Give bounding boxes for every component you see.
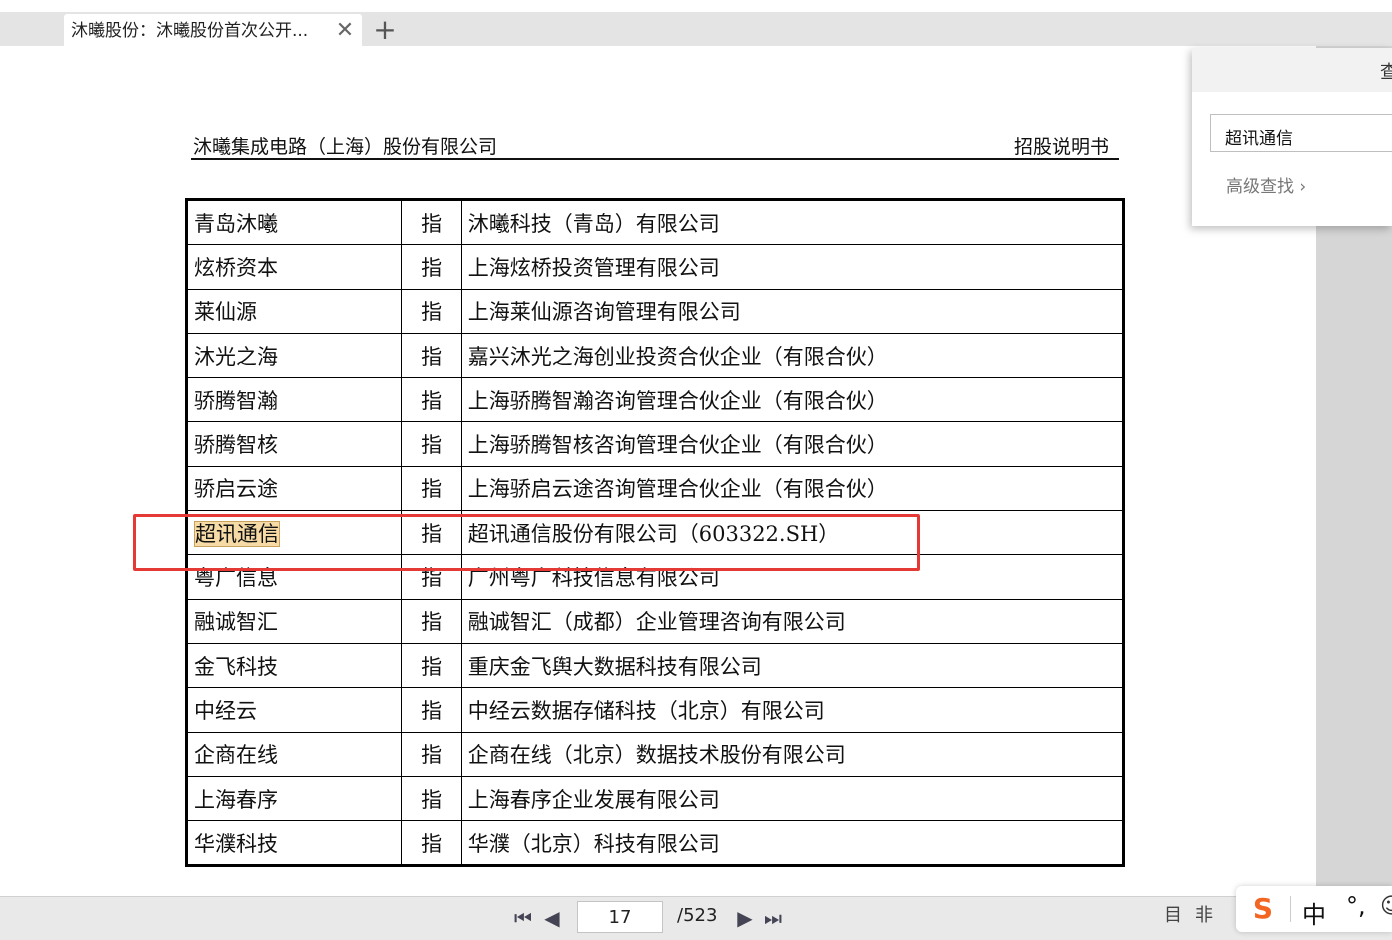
term-cell: 华濮科技 bbox=[185, 820, 403, 867]
ime-punctuation-mode[interactable]: °, bbox=[1346, 892, 1366, 920]
definition-cell: 中经云数据存储科技（北京）有限公司 bbox=[460, 687, 1125, 733]
ime-toolbar[interactable]: S 中 °, ☺ bbox=[1236, 886, 1392, 932]
tab-title: 沐曦股份：沐曦股份首次公开... bbox=[71, 21, 309, 41]
definition-cell: 上海春序企业发展有限公司 bbox=[460, 775, 1125, 822]
term-cell: 超讯通信 bbox=[185, 510, 403, 556]
first-page-icon[interactable]: ⏮ bbox=[512, 907, 534, 929]
advanced-find-link[interactable]: 高级查找 › bbox=[1226, 172, 1306, 197]
term-cell: 粤广信息 bbox=[185, 554, 403, 600]
page-header-company: 沐曦集成电路（上海）股份有限公司 bbox=[193, 136, 498, 158]
definition-cell: 上海莱仙源咨询管理有限公司 bbox=[460, 288, 1125, 334]
next-page-icon[interactable]: ▶ bbox=[734, 907, 756, 929]
term-cell: 企商在线 bbox=[185, 731, 403, 777]
page-total: /523 bbox=[677, 905, 718, 926]
definition-cell: 上海炫桥投资管理有限公司 bbox=[460, 244, 1125, 290]
page-number-input[interactable] bbox=[577, 901, 663, 933]
search-match-highlight: 超讯通信 bbox=[194, 520, 280, 547]
ime-language-mode[interactable]: 中 bbox=[1302, 895, 1326, 930]
table-row: 金飞科技指重庆金飞舆大数据科技有限公司 bbox=[185, 642, 1125, 689]
find-search-input[interactable] bbox=[1210, 114, 1392, 152]
ref-cell: 指 bbox=[401, 332, 462, 379]
definition-cell: 沐曦科技（青岛）有限公司 bbox=[460, 198, 1125, 246]
table-row: 华濮科技指华濮（北京）科技有限公司 bbox=[185, 820, 1125, 867]
ref-cell: 指 bbox=[401, 775, 462, 822]
ref-cell: 指 bbox=[401, 731, 462, 777]
definition-cell: 融诚智汇（成都）企业管理咨询有限公司 bbox=[460, 598, 1125, 644]
definition-cell: 广州粤广科技信息有限公司 bbox=[460, 554, 1125, 600]
table-row: 莱仙源指上海莱仙源咨询管理有限公司 bbox=[185, 288, 1125, 334]
definition-cell: 上海骄腾智核咨询管理合伙企业（有限合伙） bbox=[460, 421, 1125, 467]
term-cell: 金飞科技 bbox=[185, 642, 403, 689]
ref-cell: 指 bbox=[401, 377, 462, 423]
term-cell: 上海春序 bbox=[185, 775, 403, 822]
ref-cell: 指 bbox=[401, 198, 462, 246]
definition-cell: 上海骄启云途咨询管理合伙企业（有限合伙） bbox=[460, 465, 1125, 512]
term-cell: 青岛沐曦 bbox=[185, 198, 403, 246]
find-panel: 查 高级查找 › bbox=[1192, 48, 1392, 226]
page-header-rule bbox=[191, 158, 1119, 160]
table-row: 企商在线指企商在线（北京）数据技术股份有限公司 bbox=[185, 731, 1125, 777]
definition-cell: 重庆金飞舆大数据科技有限公司 bbox=[460, 642, 1125, 689]
previous-page-icon[interactable]: ◀ bbox=[541, 907, 563, 929]
close-tab-icon[interactable]: ✕ bbox=[334, 20, 356, 42]
definition-cell: 企商在线（北京）数据技术股份有限公司 bbox=[460, 731, 1125, 777]
ref-cell: 指 bbox=[401, 598, 462, 644]
term-cell: 骄腾智瀚 bbox=[185, 377, 403, 423]
term-cell: 骄腾智核 bbox=[185, 421, 403, 467]
table-row: 炫桥资本指上海炫桥投资管理有限公司 bbox=[185, 244, 1125, 290]
page-header-doc-type: 招股说明书 bbox=[1014, 136, 1110, 158]
find-panel-header: 查 bbox=[1192, 48, 1392, 92]
ref-cell: 指 bbox=[401, 820, 462, 867]
ref-cell: 指 bbox=[401, 687, 462, 733]
term-cell: 炫桥资本 bbox=[185, 244, 403, 290]
ref-cell: 指 bbox=[401, 288, 462, 334]
new-tab-icon[interactable]: + bbox=[372, 16, 398, 44]
definition-cell: 华濮（北京）科技有限公司 bbox=[460, 820, 1125, 867]
term-cell: 融诚智汇 bbox=[185, 598, 403, 644]
definition-cell: 超讯通信股份有限公司（603322.SH） bbox=[460, 510, 1125, 556]
table-row: 骄腾智核指上海骄腾智核咨询管理合伙企业（有限合伙） bbox=[185, 421, 1125, 467]
title-strip bbox=[0, 0, 1392, 12]
table-row: 骄启云途指上海骄启云途咨询管理合伙企业（有限合伙） bbox=[185, 465, 1125, 512]
last-page-icon[interactable]: ⏭ bbox=[762, 907, 784, 929]
table-row: 上海春序指上海春序企业发展有限公司 bbox=[185, 775, 1125, 822]
table-row: 粤广信息指广州粤广科技信息有限公司 bbox=[185, 554, 1125, 600]
table-row: 沐光之海指嘉兴沐光之海创业投资合伙企业（有限合伙） bbox=[185, 332, 1125, 379]
ref-cell: 指 bbox=[401, 554, 462, 600]
ref-cell: 指 bbox=[401, 465, 462, 512]
ref-cell: 指 bbox=[401, 421, 462, 467]
definition-cell: 嘉兴沐光之海创业投资合伙企业（有限合伙） bbox=[460, 332, 1125, 379]
ref-cell: 指 bbox=[401, 642, 462, 689]
ref-cell: 指 bbox=[401, 510, 462, 556]
term-cell: 骄启云途 bbox=[185, 465, 403, 512]
definitions-table: 青岛沐曦指沐曦科技（青岛）有限公司 炫桥资本指上海炫桥投资管理有限公司 莱仙源指上海… bbox=[185, 198, 1125, 868]
term-cell: 莱仙源 bbox=[185, 288, 403, 334]
tab-active-document[interactable]: 沐曦股份：沐曦股份首次公开... ✕ bbox=[64, 14, 362, 47]
ref-cell: 指 bbox=[401, 244, 462, 290]
table-row: 骄腾智瀚指上海骄腾智瀚咨询管理合伙企业（有限合伙） bbox=[185, 377, 1125, 423]
single-page-view-icon[interactable]: 目 bbox=[1162, 905, 1184, 927]
document-viewer[interactable]: 沐曦集成电路（上海）股份有限公司 招股说明书 青岛沐曦指沐曦科技（青岛）有限公司… bbox=[0, 46, 1392, 896]
find-panel-title: 查 bbox=[1380, 62, 1392, 83]
table-row: 青岛沐曦指沐曦科技（青岛）有限公司 bbox=[185, 198, 1125, 246]
document-page: 沐曦集成电路（上海）股份有限公司 招股说明书 青岛沐曦指沐曦科技（青岛）有限公司… bbox=[0, 46, 1316, 896]
sogou-logo-icon[interactable]: S bbox=[1246, 894, 1280, 924]
ime-emoji-icon[interactable]: ☺ bbox=[1380, 894, 1392, 919]
ime-separator bbox=[1290, 896, 1291, 922]
tab-bar: 沐曦股份：沐曦股份首次公开... ✕ + bbox=[0, 0, 1392, 47]
term-cell: 沐光之海 bbox=[185, 332, 403, 379]
table-row: 中经云指中经云数据存储科技（北京）有限公司 bbox=[185, 687, 1125, 733]
definition-cell: 上海骄腾智瀚咨询管理合伙企业（有限合伙） bbox=[460, 377, 1125, 423]
term-cell: 中经云 bbox=[185, 687, 403, 733]
page-navigation-bar: ⏮ ◀ /523 ▶ ⏭ 目 非 bbox=[0, 896, 1392, 940]
table-row: 融诚智汇指融诚智汇（成都）企业管理咨询有限公司 bbox=[185, 598, 1125, 644]
table-row: 超讯通信 指超讯通信股份有限公司（603322.SH） bbox=[185, 510, 1125, 556]
two-page-view-icon[interactable]: 非 bbox=[1193, 905, 1215, 927]
